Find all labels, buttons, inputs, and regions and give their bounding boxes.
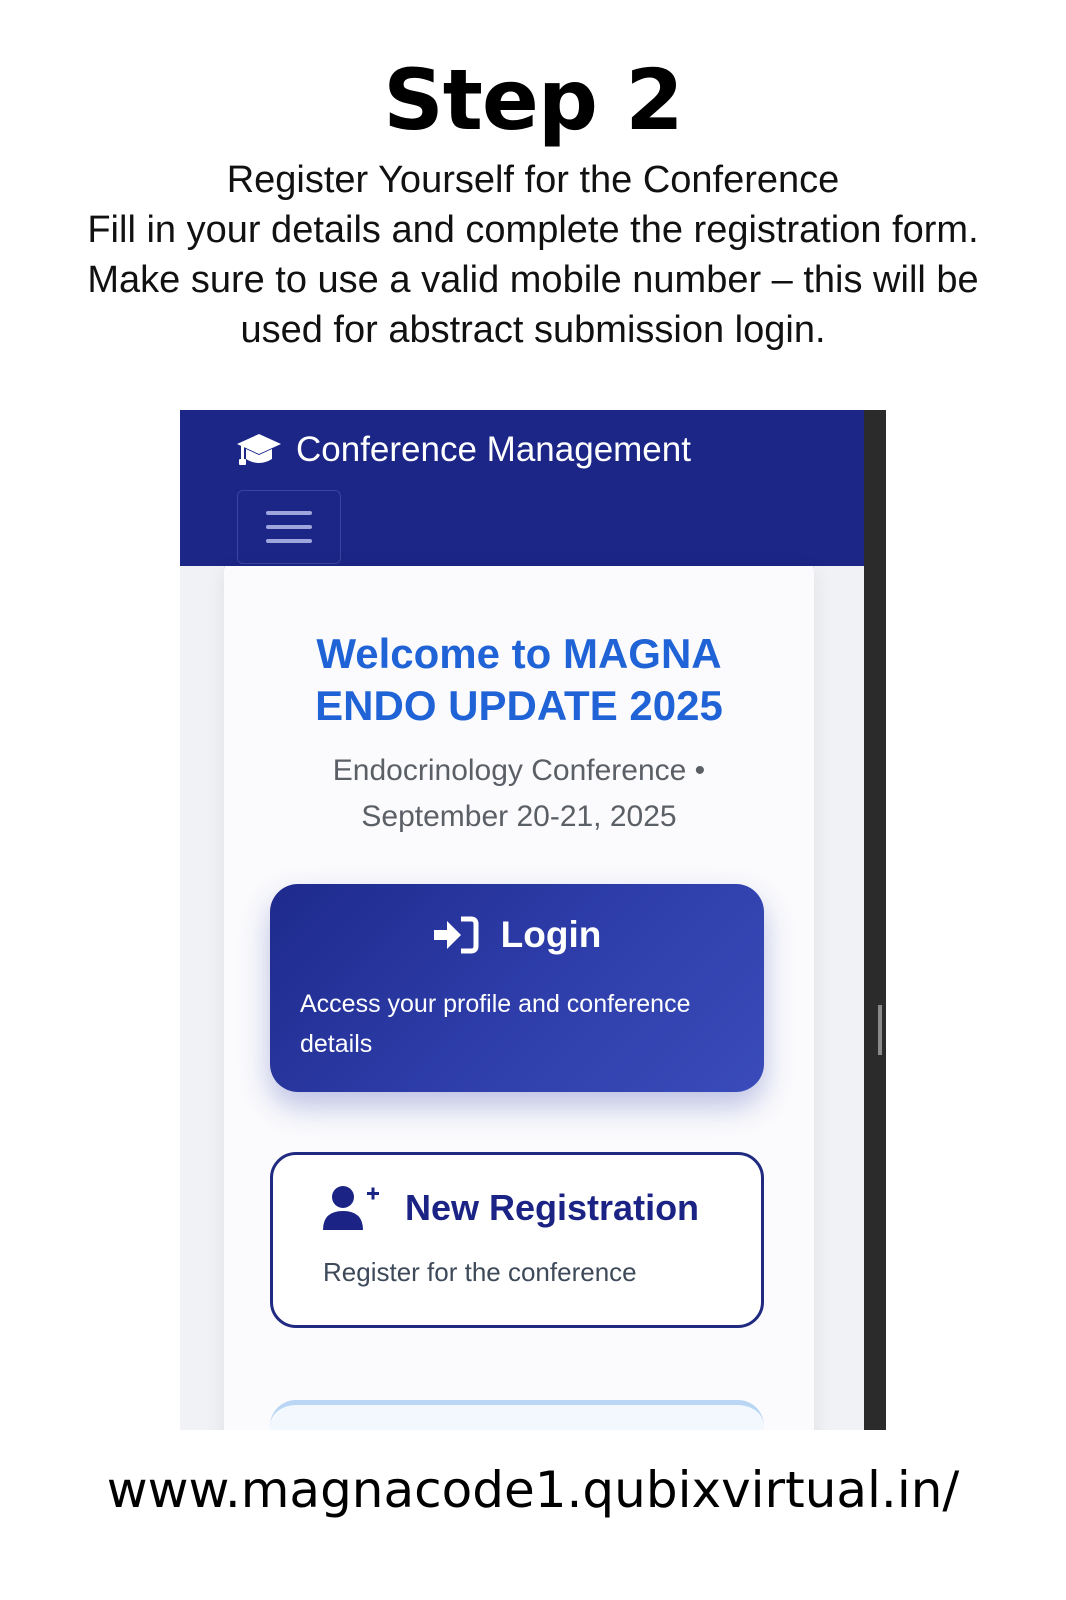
login-label: Login bbox=[500, 914, 602, 955]
sign-in-icon bbox=[433, 916, 479, 954]
step-title: Step 2 bbox=[383, 51, 683, 149]
card-accent-mask bbox=[224, 574, 814, 614]
new-registration-button[interactable]: New Registration Register for the confer… bbox=[270, 1152, 764, 1328]
registration-description: Register for the conference bbox=[323, 1257, 637, 1287]
website-url: www.magnacode1.qubixvirtual.in/ bbox=[106, 1461, 960, 1519]
subtitle-line: September 20-21, 2025 bbox=[361, 800, 677, 833]
hamburger-icon-line bbox=[266, 525, 312, 529]
menu-toggle-button[interactable] bbox=[237, 490, 341, 564]
instruction-line: Register Yourself for the Conference bbox=[226, 159, 840, 201]
welcome-card: Welcome to MAGNA ENDO UPDATE 2025 Endocr… bbox=[224, 566, 814, 1430]
instruction-line: used for abstract submission login. bbox=[240, 309, 826, 351]
conference-subtitle: Endocrinology Conference • September 20-… bbox=[224, 748, 814, 840]
login-description: Access your profile and conference detai… bbox=[300, 990, 691, 1058]
instruction-line: Fill in your details and complete the re… bbox=[87, 209, 979, 251]
hamburger-icon-line bbox=[266, 539, 312, 543]
scrollbar[interactable] bbox=[864, 410, 886, 1430]
welcome-heading-line: Welcome to MAGNA bbox=[316, 630, 722, 677]
welcome-heading-line: ENDO UPDATE 2025 bbox=[315, 682, 723, 729]
welcome-heading: Welcome to MAGNA ENDO UPDATE 2025 bbox=[224, 628, 814, 732]
registration-title: New Registration bbox=[323, 1185, 699, 1231]
instruction-line: Make sure to use a valid mobile number –… bbox=[87, 259, 979, 301]
registration-label: New Registration bbox=[405, 1187, 700, 1228]
mobile-screenshot: Conference Management Welcome to MAGNA E… bbox=[180, 410, 886, 1430]
scrollbar-grip[interactable] bbox=[878, 1005, 882, 1055]
step-instructions: Register Yourself for the Conference Fil… bbox=[0, 155, 1066, 355]
brand-name: Conference Management bbox=[296, 430, 691, 469]
next-card-partial[interactable] bbox=[270, 1400, 764, 1430]
graduation-cap-icon bbox=[237, 434, 281, 465]
hamburger-icon bbox=[266, 511, 312, 515]
brand-link[interactable]: Conference Management bbox=[236, 428, 691, 472]
login-title: Login bbox=[270, 914, 764, 956]
user-plus-icon bbox=[323, 1186, 379, 1230]
navbar: Conference Management bbox=[180, 410, 864, 566]
login-button[interactable]: Login Access your profile and conference… bbox=[270, 884, 764, 1092]
subtitle-line: Endocrinology Conference • bbox=[332, 754, 706, 787]
